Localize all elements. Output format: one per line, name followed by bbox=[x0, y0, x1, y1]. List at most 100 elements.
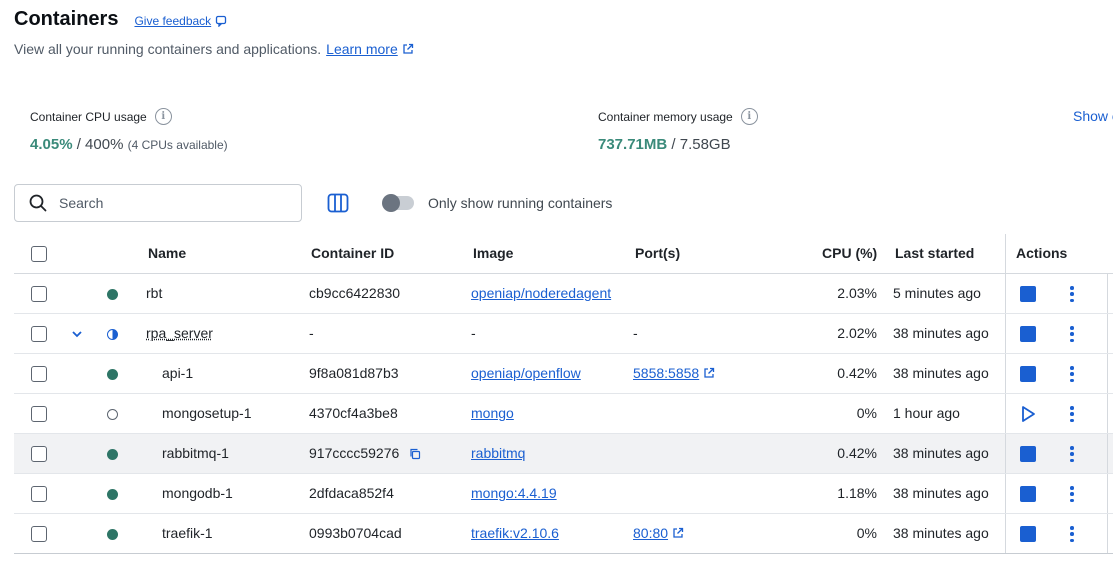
image-link[interactable]: traefik:v2.10.6 bbox=[471, 525, 559, 541]
actions-divider bbox=[1005, 394, 1006, 433]
cpu-value: 2.02% bbox=[837, 325, 877, 341]
more-options-icon[interactable] bbox=[1066, 285, 1078, 303]
more-options-icon[interactable] bbox=[1066, 325, 1078, 343]
table-row[interactable]: rpa_server - - - 2.02% 38 minutes ago bbox=[14, 314, 1113, 354]
last-started-value: 38 minutes ago bbox=[893, 525, 989, 541]
port-link[interactable]: 5858:5858 bbox=[633, 365, 715, 381]
container-id-value: cb9cc6422830 bbox=[309, 285, 401, 301]
row-checkbox[interactable] bbox=[31, 486, 47, 502]
container-id: 9f8a081d87b3 bbox=[309, 365, 399, 381]
column-last-started[interactable]: Last started bbox=[895, 245, 974, 261]
actions-divider bbox=[1005, 354, 1006, 393]
cpu-usage-stat: Container CPU usage i 4.05% / 400% (4 CP… bbox=[30, 108, 228, 153]
cpu-value: 0% bbox=[856, 525, 877, 541]
stop-button[interactable] bbox=[1020, 366, 1036, 382]
page-title: Containers bbox=[14, 8, 119, 30]
last-started-value: 38 minutes ago bbox=[893, 485, 989, 501]
stop-button[interactable] bbox=[1020, 446, 1036, 462]
learn-more-label: Learn more bbox=[326, 41, 398, 57]
table-row[interactable]: api-1 9f8a081d87b3 openiap/openflow 5858:58… bbox=[14, 354, 1113, 394]
status-running-icon bbox=[107, 369, 118, 380]
external-link-icon bbox=[673, 527, 684, 538]
running-only-toggle[interactable] bbox=[382, 194, 414, 212]
container-name: rabbitmq-1 bbox=[162, 445, 229, 461]
table-body: rbt cb9cc6422830 openiap/noderedagent 2.03%… bbox=[14, 274, 1113, 554]
row-checkbox[interactable] bbox=[31, 406, 47, 422]
column-container-id[interactable]: Container ID bbox=[311, 245, 394, 261]
last-started-value: 38 minutes ago bbox=[893, 445, 989, 461]
stop-button[interactable] bbox=[1020, 286, 1036, 302]
search-box[interactable] bbox=[14, 184, 302, 222]
container-id: 917cccc59276 bbox=[309, 445, 421, 461]
chevron-down-icon[interactable] bbox=[70, 327, 84, 341]
table-row[interactable]: traefik-1 0993b0704cad traefik:v2.10.6 80:8… bbox=[14, 514, 1113, 554]
row-checkbox[interactable] bbox=[31, 286, 47, 302]
stop-button[interactable] bbox=[1020, 486, 1036, 502]
memory-usage-stat: Container memory usage i 737.71MB / 7.58… bbox=[598, 108, 758, 153]
memory-usage-label: Container memory usage bbox=[598, 109, 733, 124]
external-link-icon bbox=[403, 43, 413, 54]
image-link[interactable]: mongo:4.4.19 bbox=[471, 485, 557, 501]
image-link[interactable]: rabbitmq bbox=[471, 445, 525, 461]
table-row[interactable]: rabbitmq-1 917cccc59276 rabbitmq 0.42% 38 mi… bbox=[14, 434, 1113, 474]
container-name: mongosetup-1 bbox=[162, 405, 252, 421]
container-name[interactable]: rpa_server bbox=[146, 325, 213, 341]
columns-button[interactable] bbox=[326, 191, 350, 215]
image-link[interactable]: openiap/openflow bbox=[471, 365, 581, 381]
status-stopped-icon bbox=[107, 409, 118, 420]
container-name: rbt bbox=[146, 285, 163, 301]
give-feedback-link[interactable]: Give feedback bbox=[134, 14, 227, 28]
row-checkbox[interactable] bbox=[31, 366, 47, 382]
stop-button[interactable] bbox=[1020, 526, 1036, 542]
cpu-value: 0% bbox=[856, 405, 877, 421]
image-link[interactable]: openiap/noderedagent bbox=[471, 285, 611, 301]
column-image[interactable]: Image bbox=[473, 245, 513, 261]
page-subtitle: View all your running containers and app… bbox=[14, 41, 322, 57]
port-value: - bbox=[633, 325, 638, 341]
column-ports[interactable]: Port(s) bbox=[635, 245, 680, 261]
table-header: Name Container ID Image Port(s) CPU (%) … bbox=[14, 234, 1113, 274]
scroll-edge bbox=[1107, 474, 1113, 513]
container-id-value: 9f8a081d87b3 bbox=[309, 365, 399, 381]
external-link-icon bbox=[704, 367, 715, 378]
container-id: - bbox=[309, 325, 314, 341]
info-icon[interactable]: i bbox=[740, 108, 758, 125]
toolbar: Only show running containers bbox=[14, 184, 612, 222]
select-all-checkbox[interactable] bbox=[31, 246, 47, 262]
cpu-value: 0.42% bbox=[837, 445, 877, 461]
more-options-icon[interactable] bbox=[1066, 525, 1078, 543]
status-running-icon bbox=[107, 289, 118, 300]
more-options-icon[interactable] bbox=[1066, 405, 1078, 423]
row-checkbox[interactable] bbox=[31, 326, 47, 342]
scroll-edge bbox=[1107, 314, 1113, 353]
actions-divider bbox=[1005, 514, 1006, 553]
cpu-value: 0.42% bbox=[837, 365, 877, 381]
actions-divider bbox=[1005, 314, 1006, 353]
container-id-value: - bbox=[309, 325, 314, 341]
copy-icon[interactable] bbox=[409, 448, 421, 460]
table-row[interactable]: rbt cb9cc6422830 openiap/noderedagent 2.03%… bbox=[14, 274, 1113, 314]
search-input[interactable] bbox=[59, 195, 279, 211]
info-icon[interactable]: i bbox=[154, 108, 172, 125]
container-id: cb9cc6422830 bbox=[309, 285, 400, 301]
port-link[interactable]: 80:80 bbox=[633, 525, 684, 541]
stop-button[interactable] bbox=[1020, 326, 1036, 342]
learn-more-link[interactable]: Learn more bbox=[326, 41, 414, 57]
column-name[interactable]: Name bbox=[148, 245, 186, 261]
row-checkbox[interactable] bbox=[31, 526, 47, 542]
more-options-icon[interactable] bbox=[1066, 445, 1078, 463]
column-cpu[interactable]: CPU (%) bbox=[822, 245, 877, 261]
more-options-icon[interactable] bbox=[1066, 485, 1078, 503]
row-checkbox[interactable] bbox=[31, 446, 47, 462]
table-row[interactable]: mongosetup-1 4370cf4a3be8 mongo 0% 1 hour ag… bbox=[14, 394, 1113, 434]
container-id-value: 4370cf4a3be8 bbox=[309, 405, 398, 421]
show-charts-link[interactable]: Show c bbox=[1073, 108, 1113, 124]
start-button[interactable] bbox=[1019, 405, 1037, 423]
last-started-value: 5 minutes ago bbox=[893, 285, 981, 301]
actions-divider bbox=[1005, 474, 1006, 513]
container-name: api-1 bbox=[162, 365, 194, 381]
more-options-icon[interactable] bbox=[1066, 365, 1078, 383]
memory-used-value: 737.71MB bbox=[598, 136, 668, 153]
table-row[interactable]: mongodb-1 2dfdaca852f4 mongo:4.4.19 1.18% 38… bbox=[14, 474, 1113, 514]
image-link[interactable]: mongo bbox=[471, 405, 514, 421]
